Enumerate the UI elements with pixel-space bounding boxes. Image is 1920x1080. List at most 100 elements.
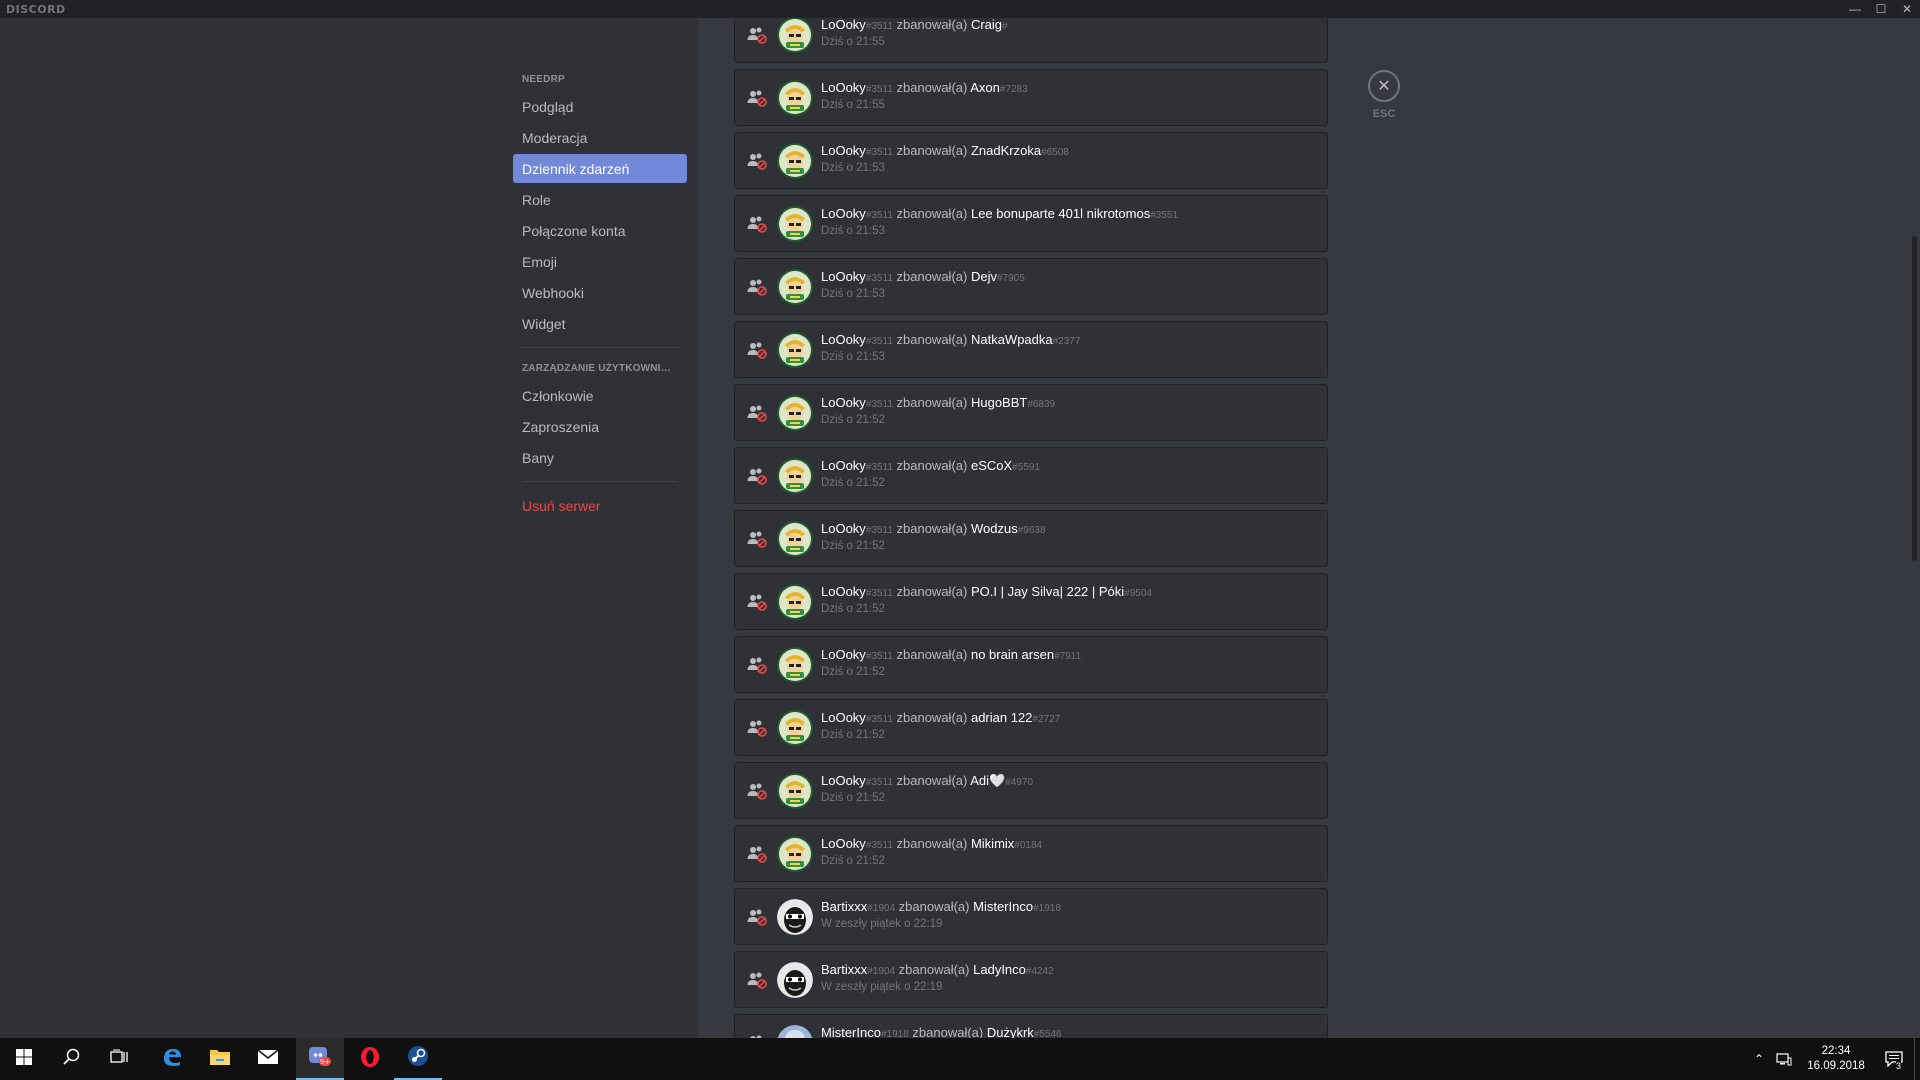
audit-log-entry[interactable]: LoOoky#3511 zbanował(a) Mikimix#0184 Dziś… — [734, 825, 1328, 882]
actor-name[interactable]: LoOoky — [821, 458, 866, 473]
audit-log-entry[interactable]: LoOoky#3511 zbanował(a) Wodzus#9638 Dziś … — [734, 510, 1328, 567]
scrollbar-thumb[interactable] — [1912, 236, 1917, 561]
target-name[interactable]: LadyInco — [973, 962, 1026, 977]
action-text: zbanował(a) — [896, 647, 968, 662]
taskbar-search-button[interactable] — [48, 1038, 96, 1080]
actor-discriminator: #3511 — [865, 147, 893, 158]
close-window-button[interactable]: ✕ — [1894, 0, 1920, 18]
log-entry-text: LoOoky#3511 zbanował(a) Axon#7283 — [821, 80, 1028, 95]
actor-name[interactable]: Bartixxx — [821, 899, 867, 914]
clock-date: 16.09.2018 — [1807, 1060, 1865, 1072]
audit-log-entry[interactable]: LoOoky#3511 zbanował(a) ZnadKrzoka#6508 D… — [734, 132, 1328, 189]
log-entry-text: Bartixxx#1904 zbanował(a) MisterInco#191… — [821, 899, 1061, 914]
target-name[interactable]: Dużykrk — [987, 1025, 1034, 1038]
sidebar-item-członkowie[interactable]: Członkowie — [513, 381, 687, 410]
actor-name[interactable]: LoOoky — [821, 18, 866, 32]
audit-log-entry[interactable]: LoOoky#3511 zbanował(a) eSCoX#5591 Dziś o… — [734, 447, 1328, 504]
network-icon[interactable] — [1770, 1038, 1798, 1080]
target-discriminator: #4970 — [1005, 777, 1034, 788]
audit-log-entry[interactable]: LoOoky#3511 zbanował(a) HugoBBT#6839 Dziś… — [734, 384, 1328, 441]
taskbar-discord-button[interactable]: 9+ — [296, 1038, 344, 1080]
taskbar-file-explorer-button[interactable] — [196, 1038, 244, 1080]
target-name[interactable]: eSCoX — [971, 458, 1012, 473]
target-discriminator: #7905 — [996, 273, 1025, 284]
taskbar-edge-button[interactable] — [148, 1038, 196, 1080]
target-name[interactable]: Craig — [971, 18, 1002, 32]
sidebar-item-moderacja[interactable]: Moderacja — [513, 123, 687, 152]
chevron-up-icon[interactable]: ⌃ — [1748, 1038, 1770, 1080]
log-entry-text: LoOoky#3511 zbanował(a) no brain arsen#7… — [821, 647, 1081, 662]
target-name[interactable]: Axon — [970, 80, 1000, 95]
audit-log-entry[interactable]: MisterInco#1918 zbanował(a) Dużykrk#5546 — [734, 1014, 1328, 1038]
target-name[interactable]: adrian 122 — [971, 710, 1032, 725]
sidebar-item-połączone-konta[interactable]: Połączone konta — [513, 216, 687, 245]
taskbar-windows-start-button[interactable] — [0, 1038, 48, 1080]
target-name[interactable]: MisterInco — [973, 899, 1033, 914]
audit-log-entry[interactable]: LoOoky#3511 zbanował(a) PO.I | Jay Silva… — [734, 573, 1328, 630]
audit-log-entry[interactable]: LoOoky#3511 zbanował(a) Craig# Dziś o 21:… — [734, 18, 1328, 63]
actor-name[interactable]: LoOoky — [821, 269, 866, 284]
svg-text:9+: 9+ — [320, 1058, 330, 1066]
close-settings-button[interactable]: ✕ — [1368, 70, 1400, 102]
actor-discriminator: #1904 — [867, 966, 896, 977]
actor-name[interactable]: LoOoky — [821, 836, 866, 851]
actor-name[interactable]: LoOoky — [821, 332, 866, 347]
app-title: DISCORD — [6, 2, 66, 16]
target-name[interactable]: Lee bonuparte 401l nikrotomos — [971, 206, 1150, 221]
log-timestamp: Dziś o 21:52 — [821, 603, 885, 615]
target-name[interactable]: Wodzus — [971, 521, 1018, 536]
actor-name[interactable]: LoOoky — [821, 395, 866, 410]
sidebar-item-zaproszenia[interactable]: Zaproszenia — [513, 412, 687, 441]
target-name[interactable]: Adi🤍 — [970, 773, 1005, 788]
actor-name[interactable]: LoOoky — [821, 773, 866, 788]
sidebar-item-webhooki[interactable]: Webhooki — [513, 278, 687, 307]
actor-name[interactable]: LoOoky — [821, 710, 866, 725]
actor-name[interactable]: LoOoky — [821, 206, 866, 221]
sidebar-item-emoji[interactable]: Emoji — [513, 247, 687, 276]
target-name[interactable]: NatkaWpadka — [971, 332, 1053, 347]
maximize-button[interactable]: ☐ — [1868, 0, 1894, 18]
actor-name[interactable]: LoOoky — [821, 647, 866, 662]
actor-name[interactable]: LoOoky — [821, 584, 866, 599]
action-text: zbanował(a) — [896, 143, 968, 158]
taskbar-mail-button[interactable] — [244, 1038, 292, 1080]
sidebar-item-podgląd[interactable]: Podgląd — [513, 92, 687, 121]
taskbar-opera-button[interactable] — [346, 1038, 394, 1080]
taskbar-task-view-button[interactable] — [96, 1038, 144, 1080]
actor-name[interactable]: LoOoky — [821, 80, 866, 95]
audit-log-entry[interactable]: LoOoky#3511 zbanował(a) Lee bonuparte 40… — [734, 195, 1328, 252]
audit-log-entry[interactable]: LoOoky#3511 zbanował(a) no brain arsen#7… — [734, 636, 1328, 693]
actor-name[interactable]: LoOoky — [821, 521, 866, 536]
delete-server-button[interactable]: Usuń serwer — [513, 491, 687, 520]
actor-name[interactable]: Bartixxx — [821, 962, 867, 977]
target-name[interactable]: ZnadKrzoka — [971, 143, 1041, 158]
log-timestamp: Dziś o 21:55 — [821, 36, 885, 48]
target-name[interactable]: no brain arsen — [971, 647, 1054, 662]
audit-log-entry[interactable]: LoOoky#3511 zbanował(a) NatkaWpadka#2377… — [734, 321, 1328, 378]
audit-log-entry[interactable]: LoOoky#3511 zbanował(a) Axon#7283 Dziś o … — [734, 69, 1328, 126]
target-name[interactable]: PO.I | Jay Silva| 222 | Póki — [971, 584, 1124, 599]
sidebar-item-widget[interactable]: Widget — [513, 309, 687, 338]
avatar — [777, 836, 813, 872]
target-name[interactable]: Mikimix — [971, 836, 1014, 851]
audit-log-entry[interactable]: LoOoky#3511 zbanował(a) adrian 122#2727 D… — [734, 699, 1328, 756]
audit-log-entry[interactable]: LoOoky#3511 zbanował(a) Adi🤍#4970 Dziś o … — [734, 762, 1328, 819]
audit-log-entry[interactable]: Bartixxx#1904 zbanował(a) MisterInco#191… — [734, 888, 1328, 945]
actor-name[interactable]: MisterInco — [821, 1025, 881, 1038]
sidebar-item-role[interactable]: Role — [513, 185, 687, 214]
sidebar-item-bany[interactable]: Bany — [513, 443, 687, 472]
target-name[interactable]: HugoBBT — [971, 395, 1027, 410]
settings-sidebar: NEEDRP Podgląd Moderacja Dziennik zdarzeń Ro… — [0, 18, 698, 1038]
avatar — [777, 899, 813, 935]
sidebar-item-dziennik-zdarzeń[interactable]: Dziennik zdarzeń — [513, 154, 687, 183]
avatar — [777, 458, 813, 494]
actor-name[interactable]: LoOoky — [821, 143, 866, 158]
target-name[interactable]: Dejv — [971, 269, 997, 284]
audit-log-entry[interactable]: Bartixxx#1904 zbanował(a) LadyInco#4242 W… — [734, 951, 1328, 1008]
action-center-button[interactable]: 3 — [1874, 1038, 1914, 1080]
audit-log-entry[interactable]: LoOoky#3511 zbanował(a) Dejv#7905 Dziś o … — [734, 258, 1328, 315]
taskbar-clock[interactable]: 22:34 16.09.2018 — [1798, 1044, 1874, 1074]
taskbar-steam-button[interactable] — [394, 1038, 442, 1080]
target-discriminator: #7283 — [999, 84, 1028, 95]
minimize-button[interactable]: — — [1842, 0, 1868, 18]
